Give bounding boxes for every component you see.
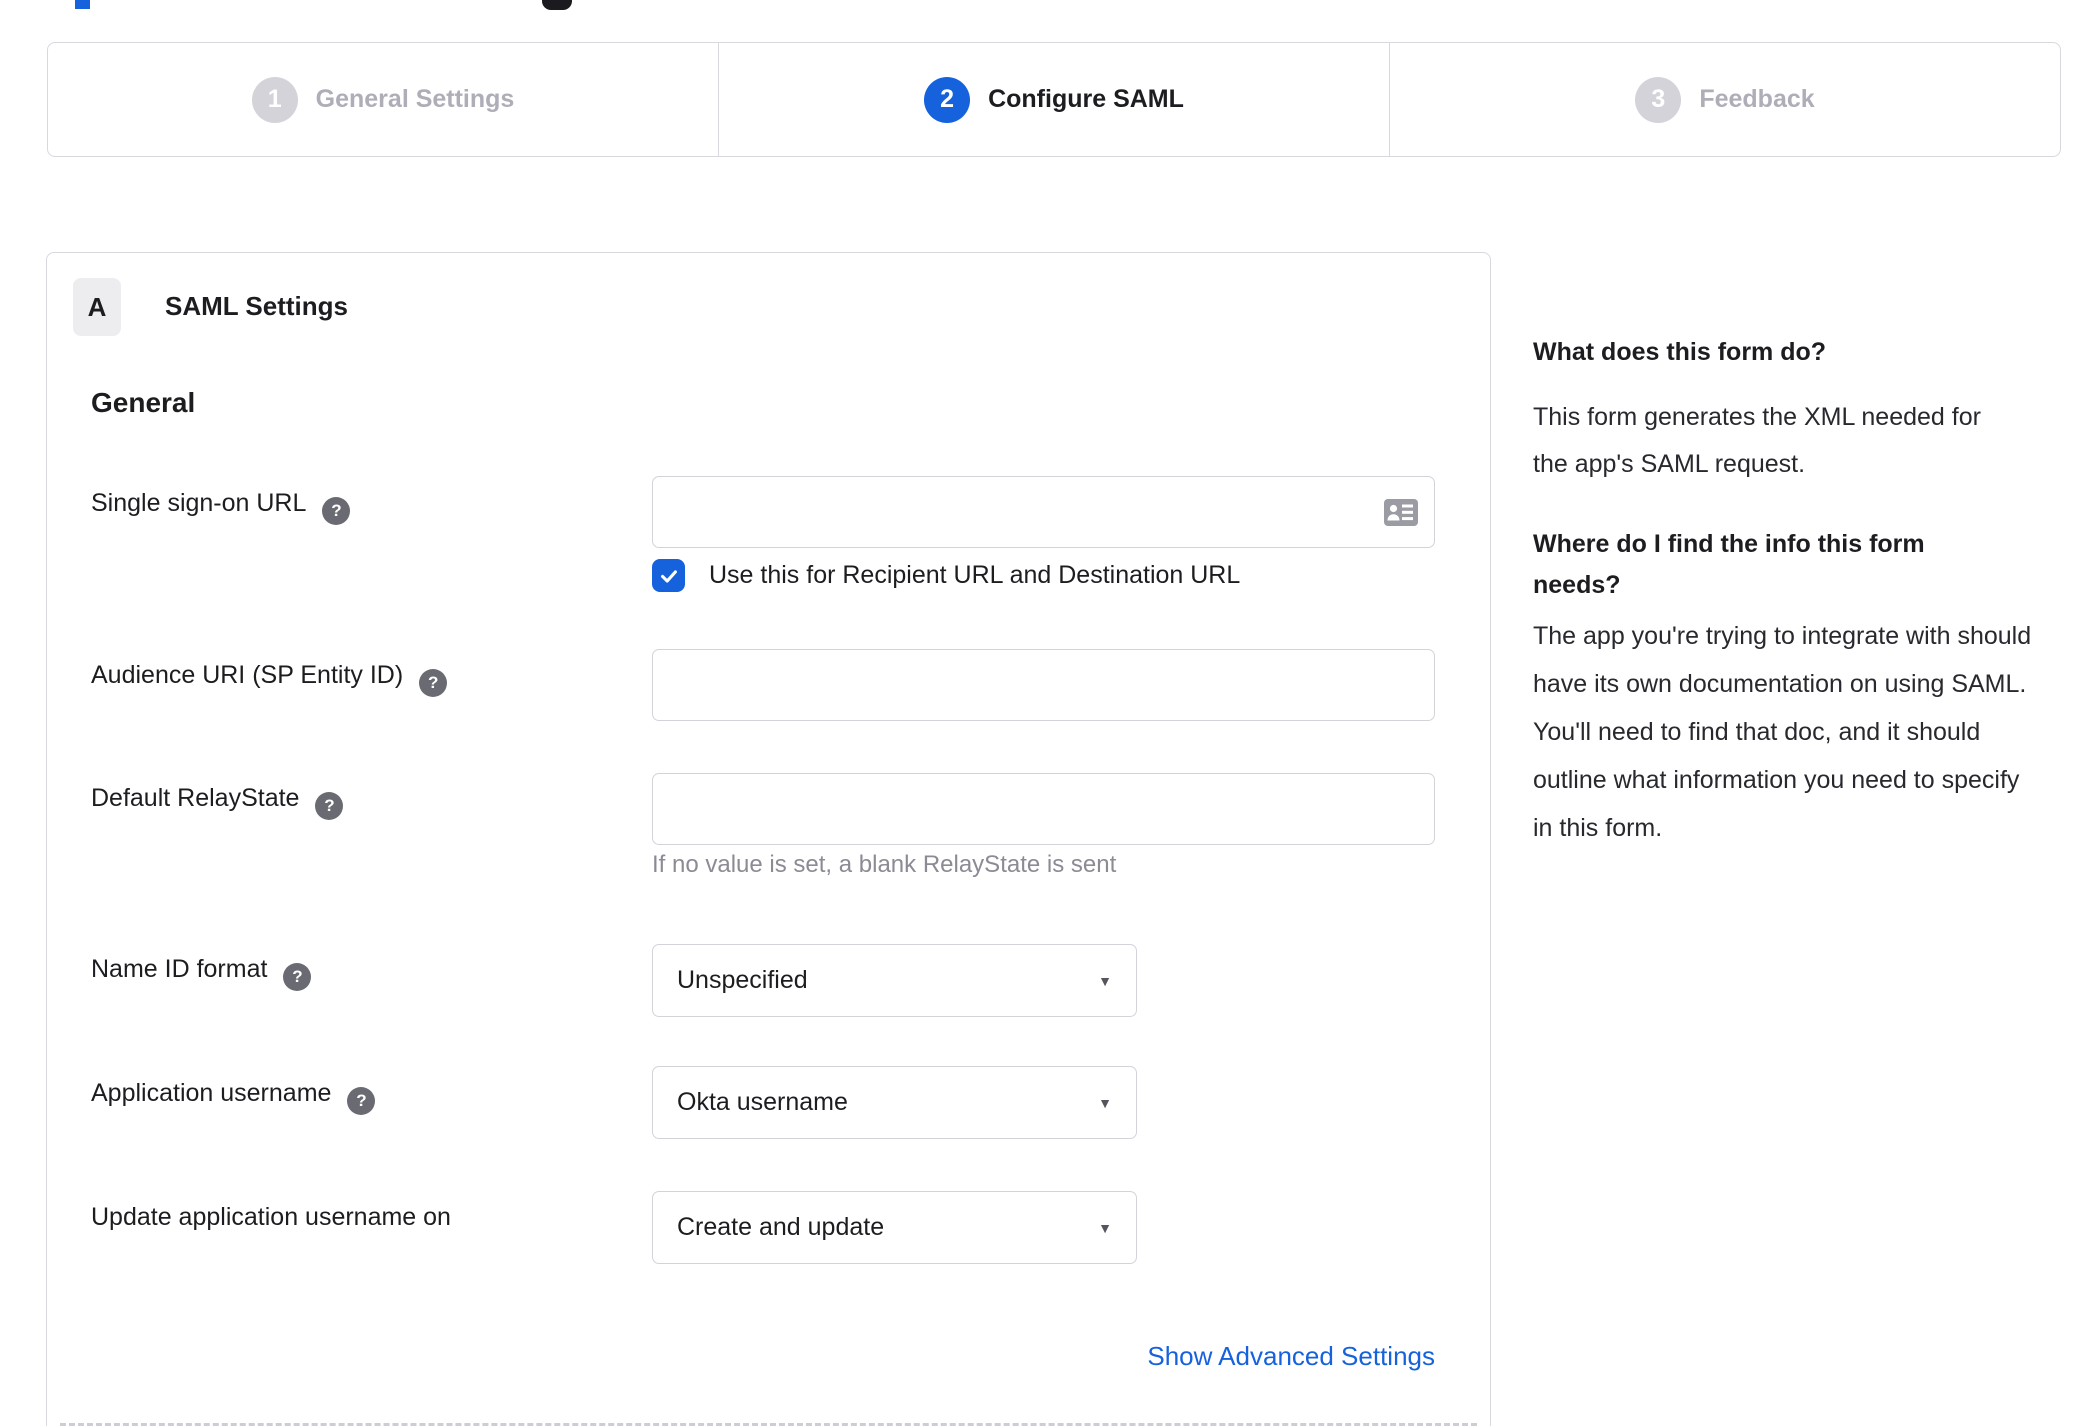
contact-card-icon [1384,499,1418,526]
sso-url-label-row: Single sign-on URL? [91,489,351,525]
sso-url-label: Single sign-on URL [91,489,307,517]
help-icon[interactable]: ? [283,963,312,991]
audience-uri-input[interactable] [652,649,1435,721]
step-3-label: Feedback [1699,85,1815,113]
app-username-label: Application username [91,1079,332,1107]
update-username-label-row: Update application username on [91,1203,451,1232]
audience-uri-label: Audience URI (SP Entity ID) [91,661,404,689]
step-2-number: 2 [924,76,971,123]
app-username-select[interactable]: Okta username ▼ [652,1066,1137,1139]
relay-state-label: Default RelayState [91,784,300,812]
recipient-url-checkbox[interactable] [652,559,685,592]
relay-state-label-row: Default RelayState? [91,784,344,820]
sidebar-paragraph-what: This form generates the XML needed for t… [1533,403,1981,478]
update-username-value: Create and update [677,1213,885,1241]
help-icon[interactable]: ? [322,497,351,525]
sso-url-input[interactable] [652,476,1435,548]
help-icon[interactable]: ? [315,792,344,820]
step-configure-saml[interactable]: 2 Configure SAML [718,43,1389,156]
general-group-heading: General [91,387,196,418]
step-3-number: 3 [1635,76,1682,123]
sidebar-heading-where: Where do I find the info this form needs… [1533,530,1925,599]
name-id-format-select[interactable]: Unspecified ▼ [652,944,1137,1017]
wizard-stepper: 1 General Settings 2 Configure SAML 3 Fe… [47,42,2061,157]
step-1-number: 1 [251,76,298,123]
relay-state-input[interactable] [652,773,1435,845]
step-feedback[interactable]: 3 Feedback [1389,43,2060,156]
cropped-dark-fragment [542,0,572,10]
help-icon[interactable]: ? [347,1087,376,1115]
relay-state-hint: If no value is set, a blank RelayState i… [652,851,1117,878]
recipient-url-checkbox-label[interactable]: Use this for Recipient URL and Destinati… [709,558,1240,592]
name-id-format-value: Unspecified [677,966,808,994]
name-id-format-label: Name ID format [91,955,268,983]
sidebar-paragraph-where: The app you're trying to integrate with … [1533,622,2032,842]
check-mark-icon [660,569,677,583]
saml-settings-panel: A SAML Settings General Single sign-on U… [46,252,1491,1426]
section-title: SAML Settings [165,291,348,321]
show-advanced-settings-link[interactable]: Show Advanced Settings [652,1341,1435,1372]
chevron-down-icon: ▼ [1098,1094,1112,1111]
chevron-down-icon: ▼ [1098,1219,1112,1236]
cropped-blue-fragment [75,0,90,9]
audience-uri-label-row: Audience URI (SP Entity ID)? [91,661,448,697]
help-icon[interactable]: ? [419,669,448,697]
chevron-down-icon: ▼ [1098,972,1112,989]
update-username-label: Update application username on [91,1203,451,1231]
sidebar-heading-what: What does this form do? [1533,338,1827,366]
step-general-settings[interactable]: 1 General Settings [48,43,718,156]
section-a-badge: A [73,278,121,336]
update-username-select[interactable]: Create and update ▼ [652,1191,1137,1264]
step-2-label: Configure SAML [988,85,1184,113]
app-username-value: Okta username [677,1088,848,1116]
name-id-format-label-row: Name ID format? [91,955,312,991]
saml-setup-page: 1 General Settings 2 Configure SAML 3 Fe… [0,0,2092,1426]
app-username-label-row: Application username? [91,1079,376,1115]
step-1-label: General Settings [315,85,515,113]
